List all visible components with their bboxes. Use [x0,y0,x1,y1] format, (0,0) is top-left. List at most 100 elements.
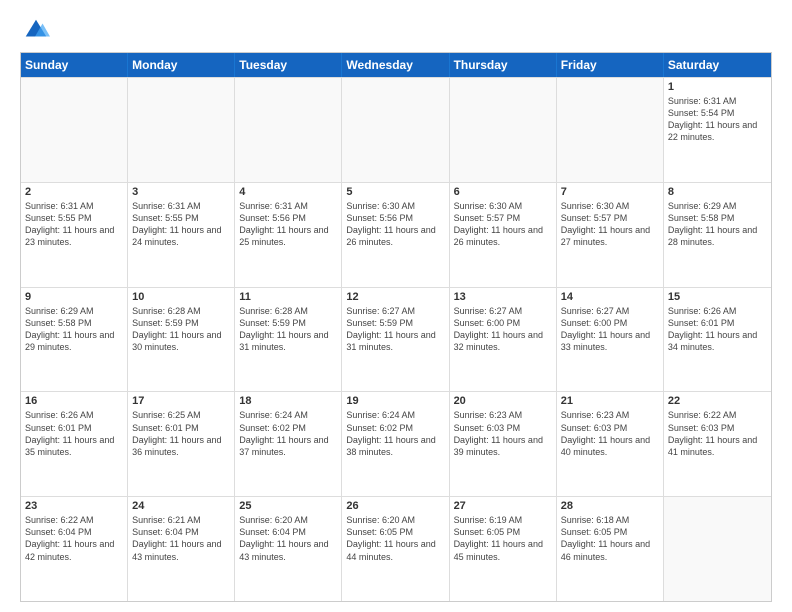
day-number: 3 [132,186,230,198]
day-cell-22: 22 Sunrise: 6:22 AM Sunset: 6:03 PM Dayli… [664,392,771,496]
cell-info: Sunrise: 6:20 AM Sunset: 6:05 PM Dayligh… [346,514,444,563]
day-number: 10 [132,291,230,303]
day-cell-6: 6 Sunrise: 6:30 AM Sunset: 5:57 PM Daylig… [450,183,557,287]
day-cell-26: 26 Sunrise: 6:20 AM Sunset: 6:05 PM Dayli… [342,497,449,601]
page: SundayMondayTuesdayWednesdayThursdayFrid… [0,0,792,612]
day-cell-14: 14 Sunrise: 6:27 AM Sunset: 6:00 PM Dayli… [557,288,664,392]
empty-cell-0-0 [21,78,128,182]
day-number: 20 [454,395,552,407]
day-cell-5: 5 Sunrise: 6:30 AM Sunset: 5:56 PM Daylig… [342,183,449,287]
day-number: 6 [454,186,552,198]
header-day-sunday: Sunday [21,53,128,77]
day-number: 17 [132,395,230,407]
day-cell-21: 21 Sunrise: 6:23 AM Sunset: 6:03 PM Dayli… [557,392,664,496]
header-day-friday: Friday [557,53,664,77]
day-number: 2 [25,186,123,198]
calendar-row-2: 9Sunrise: 6:29 AM Sunset: 5:58 PM Daylig… [21,287,771,392]
header-day-saturday: Saturday [664,53,771,77]
day-cell-2: 2 Sunrise: 6:31 AM Sunset: 5:55 PM Daylig… [21,183,128,287]
day-number: 27 [454,500,552,512]
cell-info: Sunrise: 6:31 AM Sunset: 5:54 PM Dayligh… [668,95,767,144]
logo [20,16,50,44]
cell-info: Sunrise: 6:31 AM Sunset: 5:55 PM Dayligh… [25,200,123,249]
calendar-row-0: 1 Sunrise: 6:31 AM Sunset: 5:54 PM Daylig… [21,77,771,182]
header-day-tuesday: Tuesday [235,53,342,77]
day-number: 14 [561,291,659,303]
cell-info: Sunrise: 6:30 AM Sunset: 5:57 PM Dayligh… [454,200,552,249]
day-cell-10: 10 Sunrise: 6:28 AM Sunset: 5:59 PM Dayli… [128,288,235,392]
cell-info: Sunrise: 6:31 AM Sunset: 5:56 PM Dayligh… [239,200,337,249]
header-day-wednesday: Wednesday [342,53,449,77]
day-cell-23: 23 Sunrise: 6:22 AM Sunset: 6:04 PM Dayli… [21,497,128,601]
cell-info: Sunrise: 6:18 AM Sunset: 6:05 PM Dayligh… [561,514,659,563]
empty-cell-0-5 [557,78,664,182]
cell-info: Sunrise: 6:23 AM Sunset: 6:03 PM Dayligh… [454,409,552,458]
day-number: 19 [346,395,444,407]
day-cell-12: 12Sunrise: 6:27 AM Sunset: 5:59 PM Dayli… [342,288,449,392]
cell-info: Sunrise: 6:21 AM Sunset: 6:04 PM Dayligh… [132,514,230,563]
day-cell-20: 20 Sunrise: 6:23 AM Sunset: 6:03 PM Dayli… [450,392,557,496]
calendar-row-3: 16 Sunrise: 6:26 AM Sunset: 6:01 PM Dayli… [21,391,771,496]
day-number: 18 [239,395,337,407]
cell-info: Sunrise: 6:26 AM Sunset: 6:01 PM Dayligh… [668,305,767,354]
calendar-header: SundayMondayTuesdayWednesdayThursdayFrid… [21,53,771,77]
day-number: 21 [561,395,659,407]
cell-info: Sunrise: 6:29 AM Sunset: 5:58 PM Dayligh… [668,200,767,249]
cell-info: Sunrise: 6:23 AM Sunset: 6:03 PM Dayligh… [561,409,659,458]
day-cell-17: 17 Sunrise: 6:25 AM Sunset: 6:01 PM Dayli… [128,392,235,496]
day-number: 15 [668,291,767,303]
calendar-body: 1 Sunrise: 6:31 AM Sunset: 5:54 PM Daylig… [21,77,771,601]
cell-info: Sunrise: 6:29 AM Sunset: 5:58 PM Dayligh… [25,305,123,354]
day-number: 16 [25,395,123,407]
day-number: 7 [561,186,659,198]
cell-info: Sunrise: 6:27 AM Sunset: 6:00 PM Dayligh… [561,305,659,354]
day-cell-3: 3 Sunrise: 6:31 AM Sunset: 5:55 PM Daylig… [128,183,235,287]
day-cell-24: 24 Sunrise: 6:21 AM Sunset: 6:04 PM Dayli… [128,497,235,601]
day-cell-28: 28 Sunrise: 6:18 AM Sunset: 6:05 PM Dayli… [557,497,664,601]
day-number: 25 [239,500,337,512]
cell-info: Sunrise: 6:20 AM Sunset: 6:04 PM Dayligh… [239,514,337,563]
day-number: 28 [561,500,659,512]
empty-cell-0-4 [450,78,557,182]
day-cell-27: 27 Sunrise: 6:19 AM Sunset: 6:05 PM Dayli… [450,497,557,601]
day-number: 1 [668,81,767,93]
cell-info: Sunrise: 6:31 AM Sunset: 5:55 PM Dayligh… [132,200,230,249]
cell-info: Sunrise: 6:28 AM Sunset: 5:59 PM Dayligh… [239,305,337,354]
day-cell-8: 8 Sunrise: 6:29 AM Sunset: 5:58 PM Daylig… [664,183,771,287]
cell-info: Sunrise: 6:30 AM Sunset: 5:56 PM Dayligh… [346,200,444,249]
day-cell-18: 18 Sunrise: 6:24 AM Sunset: 6:02 PM Dayli… [235,392,342,496]
day-number: 8 [668,186,767,198]
day-cell-16: 16 Sunrise: 6:26 AM Sunset: 6:01 PM Dayli… [21,392,128,496]
calendar-row-1: 2 Sunrise: 6:31 AM Sunset: 5:55 PM Daylig… [21,182,771,287]
header-day-monday: Monday [128,53,235,77]
day-number: 23 [25,500,123,512]
cell-info: Sunrise: 6:22 AM Sunset: 6:04 PM Dayligh… [25,514,123,563]
calendar-row-4: 23 Sunrise: 6:22 AM Sunset: 6:04 PM Dayli… [21,496,771,601]
day-number: 24 [132,500,230,512]
cell-info: Sunrise: 6:30 AM Sunset: 5:57 PM Dayligh… [561,200,659,249]
day-cell-13: 13Sunrise: 6:27 AM Sunset: 6:00 PM Dayli… [450,288,557,392]
empty-cell-0-1 [128,78,235,182]
cell-info: Sunrise: 6:22 AM Sunset: 6:03 PM Dayligh… [668,409,767,458]
day-number: 4 [239,186,337,198]
day-cell-19: 19 Sunrise: 6:24 AM Sunset: 6:02 PM Dayli… [342,392,449,496]
day-number: 12 [346,291,444,303]
day-number: 22 [668,395,767,407]
cell-info: Sunrise: 6:24 AM Sunset: 6:02 PM Dayligh… [239,409,337,458]
day-number: 11 [239,291,337,303]
cell-info: Sunrise: 6:25 AM Sunset: 6:01 PM Dayligh… [132,409,230,458]
day-number: 5 [346,186,444,198]
cell-info: Sunrise: 6:28 AM Sunset: 5:59 PM Dayligh… [132,305,230,354]
cell-info: Sunrise: 6:24 AM Sunset: 6:02 PM Dayligh… [346,409,444,458]
cell-info: Sunrise: 6:19 AM Sunset: 6:05 PM Dayligh… [454,514,552,563]
logo-icon [22,16,50,44]
cell-info: Sunrise: 6:26 AM Sunset: 6:01 PM Dayligh… [25,409,123,458]
empty-cell-4-6 [664,497,771,601]
day-number: 26 [346,500,444,512]
day-cell-1: 1 Sunrise: 6:31 AM Sunset: 5:54 PM Daylig… [664,78,771,182]
day-cell-4: 4 Sunrise: 6:31 AM Sunset: 5:56 PM Daylig… [235,183,342,287]
header-day-thursday: Thursday [450,53,557,77]
day-cell-9: 9Sunrise: 6:29 AM Sunset: 5:58 PM Daylig… [21,288,128,392]
day-cell-7: 7 Sunrise: 6:30 AM Sunset: 5:57 PM Daylig… [557,183,664,287]
day-cell-11: 11 Sunrise: 6:28 AM Sunset: 5:59 PM Dayli… [235,288,342,392]
